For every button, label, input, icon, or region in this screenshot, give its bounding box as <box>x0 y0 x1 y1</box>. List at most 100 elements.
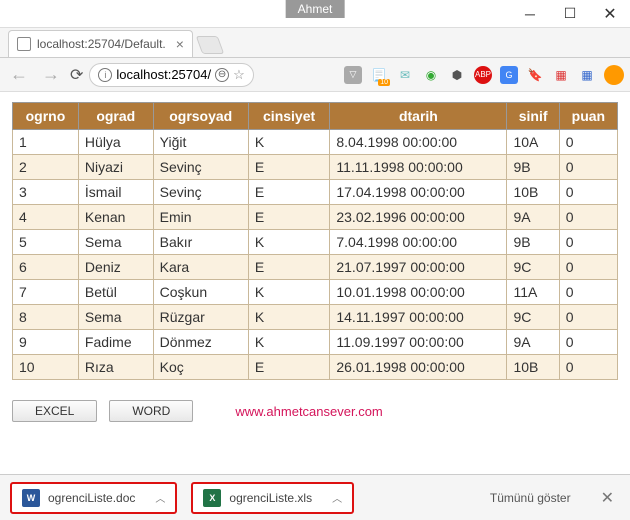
abp-icon[interactable]: ▽ <box>344 66 362 84</box>
ext-icon-6[interactable]: ▦ <box>578 66 596 84</box>
forward-button[interactable]: → <box>38 64 64 85</box>
table-cell: Betül <box>78 280 153 305</box>
browser-tabbar: localhost:25704/Default. × <box>0 28 630 58</box>
download-filename: ogrenciListe.xls <box>229 491 312 505</box>
table-cell: Hülya <box>78 130 153 155</box>
reload-button[interactable]: ⟳ <box>70 65 83 85</box>
table-cell: 0 <box>559 180 617 205</box>
table-cell: Dönmez <box>153 330 248 355</box>
table-cell: 9B <box>507 230 559 255</box>
column-header: ograd <box>78 103 153 130</box>
excel-file-icon: X <box>203 489 221 507</box>
ext-icon-4[interactable]: ⬢ <box>448 66 466 84</box>
table-cell: Koç <box>153 355 248 380</box>
table-cell: 9C <box>507 255 559 280</box>
downloads-close-icon[interactable]: ✕ <box>595 488 620 508</box>
table-cell: K <box>248 280 330 305</box>
word-button[interactable]: WORD <box>109 400 193 422</box>
table-cell: Emin <box>153 205 248 230</box>
table-cell: Deniz <box>78 255 153 280</box>
table-cell: E <box>248 155 330 180</box>
chevron-up-icon[interactable]: ︿ <box>332 490 342 505</box>
tab-close-icon[interactable]: × <box>176 36 184 52</box>
table-cell: E <box>248 355 330 380</box>
table-cell: E <box>248 255 330 280</box>
table-cell: 10 <box>13 355 79 380</box>
extension-area: ▽ 📃10 ✉ ◉ ⬢ ABP G 🔖 ▦ ▦ <box>344 65 624 85</box>
address-bar[interactable]: i localhost:25704/ ⊖ ☆ <box>89 63 253 87</box>
column-header: cinsiyet <box>248 103 330 130</box>
tab-title: localhost:25704/Default. <box>37 37 166 51</box>
page-icon <box>17 37 31 51</box>
ext-icon-5[interactable]: ▦ <box>552 66 570 84</box>
table-cell: Coşkun <box>153 280 248 305</box>
table-cell: Niyazi <box>78 155 153 180</box>
url-text: localhost:25704/ <box>116 67 211 82</box>
table-cell: K <box>248 305 330 330</box>
column-header: dtarih <box>330 103 507 130</box>
adblock-icon[interactable]: ABP <box>474 66 492 84</box>
table-cell: 11A <box>507 280 559 305</box>
table-row: 4KenanEminE23.02.1996 00:00:009A0 <box>13 205 618 230</box>
window-titlebar: Ahmet ─ ☐ ✕ <box>0 0 630 28</box>
table-cell: 8.04.1998 00:00:00 <box>330 130 507 155</box>
ext-icon-2[interactable]: ✉ <box>396 66 414 84</box>
table-cell: K <box>248 330 330 355</box>
table-cell: Sevinç <box>153 180 248 205</box>
minimize-button[interactable]: ─ <box>510 0 550 28</box>
table-cell: K <box>248 230 330 255</box>
star-icon[interactable]: ☆ <box>233 67 245 83</box>
table-cell: 9B <box>507 155 559 180</box>
download-item-doc[interactable]: W ogrenciListe.doc ︿ <box>10 482 177 514</box>
table-cell: Bakır <box>153 230 248 255</box>
download-bar: W ogrenciListe.doc ︿ X ogrenciListe.xls … <box>0 474 630 520</box>
maximize-button[interactable]: ☐ <box>550 0 590 28</box>
table-cell: 7 <box>13 280 79 305</box>
word-file-icon: W <box>22 489 40 507</box>
ext-icon-3[interactable]: ◉ <box>422 66 440 84</box>
table-row: 10RızaKoçE26.01.1998 00:00:0010B0 <box>13 355 618 380</box>
download-item-xls[interactable]: X ogrenciListe.xls ︿ <box>191 482 354 514</box>
table-cell: 10A <box>507 130 559 155</box>
site-link[interactable]: www.ahmetcansever.com <box>235 404 382 419</box>
table-cell: Kenan <box>78 205 153 230</box>
show-all-downloads[interactable]: Tümünü göster <box>480 485 581 511</box>
close-button[interactable]: ✕ <box>590 0 630 28</box>
chevron-up-icon[interactable]: ︿ <box>155 490 165 505</box>
page-content: ogrnoogradogrsoyadcinsiyetdtarihsinifpua… <box>0 92 630 390</box>
table-cell: E <box>248 180 330 205</box>
table-cell: 0 <box>559 155 617 180</box>
table-cell: 0 <box>559 130 617 155</box>
table-cell: E <box>248 205 330 230</box>
table-cell: 14.11.1997 00:00:00 <box>330 305 507 330</box>
table-cell: Sema <box>78 305 153 330</box>
bookmark-ext-icon[interactable]: 🔖 <box>526 66 544 84</box>
table-cell: 3 <box>13 180 79 205</box>
table-cell: 26.01.1998 00:00:00 <box>330 355 507 380</box>
table-row: 5SemaBakırK7.04.1998 00:00:009B0 <box>13 230 618 255</box>
new-tab-button[interactable] <box>196 36 225 54</box>
translate-icon[interactable]: G <box>500 66 518 84</box>
table-cell: Rıza <box>78 355 153 380</box>
table-cell: 11.09.1997 00:00:00 <box>330 330 507 355</box>
table-row: 6DenizKaraE21.07.1997 00:00:009C0 <box>13 255 618 280</box>
table-cell: 10B <box>507 180 559 205</box>
column-header: ogrno <box>13 103 79 130</box>
table-row: 2NiyaziSevinçE11.11.1998 00:00:009B0 <box>13 155 618 180</box>
browser-tab[interactable]: localhost:25704/Default. × <box>8 30 193 57</box>
excel-button[interactable]: EXCEL <box>12 400 97 422</box>
table-row: 1HülyaYiğitK8.04.1998 00:00:0010A0 <box>13 130 618 155</box>
action-buttons: EXCEL WORD www.ahmetcansever.com <box>0 390 630 432</box>
profile-icon[interactable] <box>604 65 624 85</box>
ext-icon-1[interactable]: 📃10 <box>370 66 388 84</box>
column-header: ogrsoyad <box>153 103 248 130</box>
back-button[interactable]: ← <box>6 64 32 85</box>
user-badge[interactable]: Ahmet <box>286 0 345 18</box>
browser-toolbar: ← → ⟳ i localhost:25704/ ⊖ ☆ ▽ 📃10 ✉ ◉ ⬢… <box>0 58 630 92</box>
zoom-icon[interactable]: ⊖ <box>215 68 229 82</box>
table-cell: 0 <box>559 230 617 255</box>
table-cell: 0 <box>559 355 617 380</box>
site-info-icon[interactable]: i <box>98 68 112 82</box>
table-cell: Kara <box>153 255 248 280</box>
table-cell: 4 <box>13 205 79 230</box>
